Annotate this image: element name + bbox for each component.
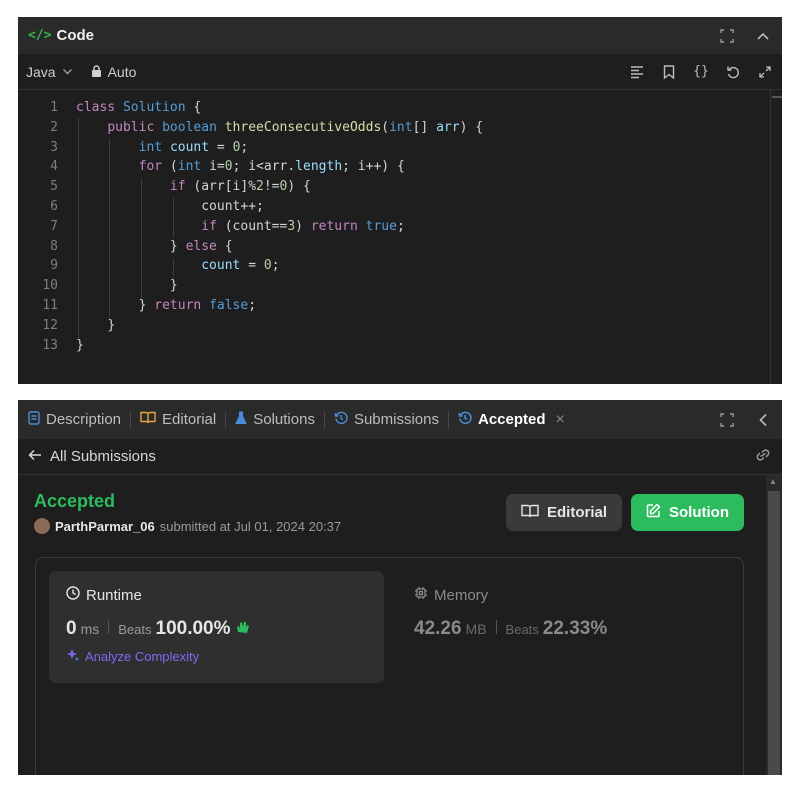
lock-icon — [91, 64, 102, 80]
maximize-icon[interactable] — [718, 27, 736, 45]
result-panel: Description Editorial Solutions Submissi… — [18, 400, 782, 775]
runtime-card[interactable]: Runtime 0 ms Beats 100.00% Analyze Compl… — [49, 571, 384, 683]
line-number: 5 — [50, 179, 58, 195]
solution-button[interactable]: Solution — [631, 494, 744, 531]
memory-title: Memory — [434, 586, 489, 604]
code-line: 6 count++; — [18, 197, 782, 217]
tab-submissions[interactable]: Submissions — [334, 411, 439, 429]
line-number: 9 — [50, 258, 58, 274]
stats-card: Runtime 0 ms Beats 100.00% Analyze Compl… — [35, 557, 744, 775]
line-number: 10 — [42, 278, 58, 294]
line-number: 3 — [50, 139, 58, 155]
code-panel: </> Code Java Auto {} 1 class Solution {… — [18, 17, 782, 384]
tab-editorial[interactable]: Editorial — [140, 411, 216, 428]
chevron-left-icon[interactable] — [754, 411, 772, 429]
submitted-time: submitted at Jul 01, 2024 20:37 — [159, 518, 342, 534]
sparkle-icon — [66, 648, 80, 665]
braces-icon[interactable]: {} — [692, 63, 710, 81]
maximize-icon[interactable] — [718, 411, 736, 429]
result-body: Accepted ParthParmar_06 submitted at Jul… — [18, 475, 782, 550]
code-icon: </> — [28, 28, 52, 43]
code-line: 1 class Solution { — [18, 98, 782, 118]
memory-beats-label: Beats — [505, 622, 539, 637]
history-icon — [458, 411, 472, 429]
link-icon[interactable] — [754, 448, 772, 466]
history-icon — [334, 411, 348, 429]
runtime-beats-label: Beats — [118, 622, 152, 637]
mode-label: Auto — [107, 63, 137, 80]
code-line: 7 if (count==3) return true; — [18, 217, 782, 237]
format-icon[interactable] — [628, 63, 646, 81]
editorial-button[interactable]: Editorial — [505, 494, 622, 531]
code-line: 5 if (arr[i]%2!=0) { — [18, 177, 782, 197]
clap-icon — [235, 620, 251, 639]
code-panel-title: </> Code — [28, 27, 94, 44]
memory-value: 42.26 — [414, 618, 462, 639]
tab-solutions[interactable]: Solutions — [235, 411, 315, 429]
auto-mode-toggle[interactable]: Auto — [91, 63, 137, 80]
reset-icon[interactable] — [724, 63, 742, 81]
avatar[interactable] — [34, 518, 50, 534]
line-number: 11 — [42, 297, 58, 313]
code-line: 8 } else { — [18, 237, 782, 257]
runtime-title: Runtime — [86, 586, 142, 604]
runtime-beats-value: 100.00% — [155, 618, 231, 639]
code-panel-header: </> Code — [18, 17, 782, 54]
code-title-label: Code — [56, 27, 94, 44]
username-link[interactable]: ParthParmar_06 — [55, 519, 155, 534]
scrollbar-thumb[interactable] — [768, 491, 780, 775]
close-icon[interactable]: × — [556, 411, 565, 429]
memory-card[interactable]: Memory 42.26 MB Beats 22.33% — [414, 586, 607, 640]
book-icon — [140, 411, 156, 428]
line-number: 7 — [50, 218, 58, 234]
code-line: 10 } — [18, 276, 782, 296]
line-number: 6 — [50, 198, 58, 214]
editor-toolbar: Java Auto {} — [18, 54, 782, 90]
chevron-down-icon — [62, 64, 73, 80]
code-line: 11 } return false; — [18, 296, 782, 316]
result-scrollbar[interactable]: ▲ — [766, 475, 782, 775]
collapse-icon[interactable] — [754, 27, 772, 45]
tab-bar: Description Editorial Solutions Submissi… — [18, 400, 782, 439]
chip-icon — [414, 586, 428, 604]
clock-icon — [66, 586, 80, 604]
code-editor[interactable]: 1 class Solution { 2 public boolean thre… — [18, 90, 782, 382]
memory-unit: MB — [465, 621, 487, 637]
tab-accepted[interactable]: Accepted × — [458, 411, 565, 429]
line-number: 8 — [50, 238, 58, 254]
code-line: 2 public boolean threeConsecutiveOdds(in… — [18, 118, 782, 138]
flask-icon — [235, 411, 248, 429]
scroll-up-icon[interactable]: ▲ — [769, 477, 777, 486]
runtime-value: 0 — [66, 618, 77, 639]
back-to-submissions[interactable]: All Submissions — [18, 439, 782, 475]
code-line: 13 } — [18, 336, 782, 356]
arrow-left-icon — [28, 448, 42, 465]
document-icon — [28, 410, 40, 429]
memory-beats-value: 22.33% — [542, 618, 608, 639]
runtime-unit: ms — [80, 621, 100, 637]
edit-icon — [646, 503, 661, 522]
code-line: 4 for (int i=0; i<arr.length; i++) { — [18, 157, 782, 177]
all-submissions-label: All Submissions — [50, 448, 156, 465]
analyze-complexity-link[interactable]: Analyze Complexity — [66, 648, 367, 665]
book-icon — [521, 504, 539, 522]
language-select[interactable]: Java — [26, 64, 73, 80]
line-number: 4 — [50, 159, 58, 175]
expand-icon[interactable] — [756, 63, 774, 81]
line-number: 12 — [42, 317, 58, 333]
line-number: 13 — [42, 337, 58, 353]
code-line: 9 count = 0; — [18, 256, 782, 276]
line-number: 2 — [50, 119, 58, 135]
bookmark-icon[interactable] — [660, 63, 678, 81]
language-label: Java — [26, 63, 56, 80]
tab-description[interactable]: Description — [28, 410, 121, 429]
code-line: 3 int count = 0; — [18, 138, 782, 158]
line-number: 1 — [50, 100, 58, 115]
code-line: 12 } — [18, 316, 782, 336]
editor-scrollbar[interactable] — [770, 90, 782, 384]
